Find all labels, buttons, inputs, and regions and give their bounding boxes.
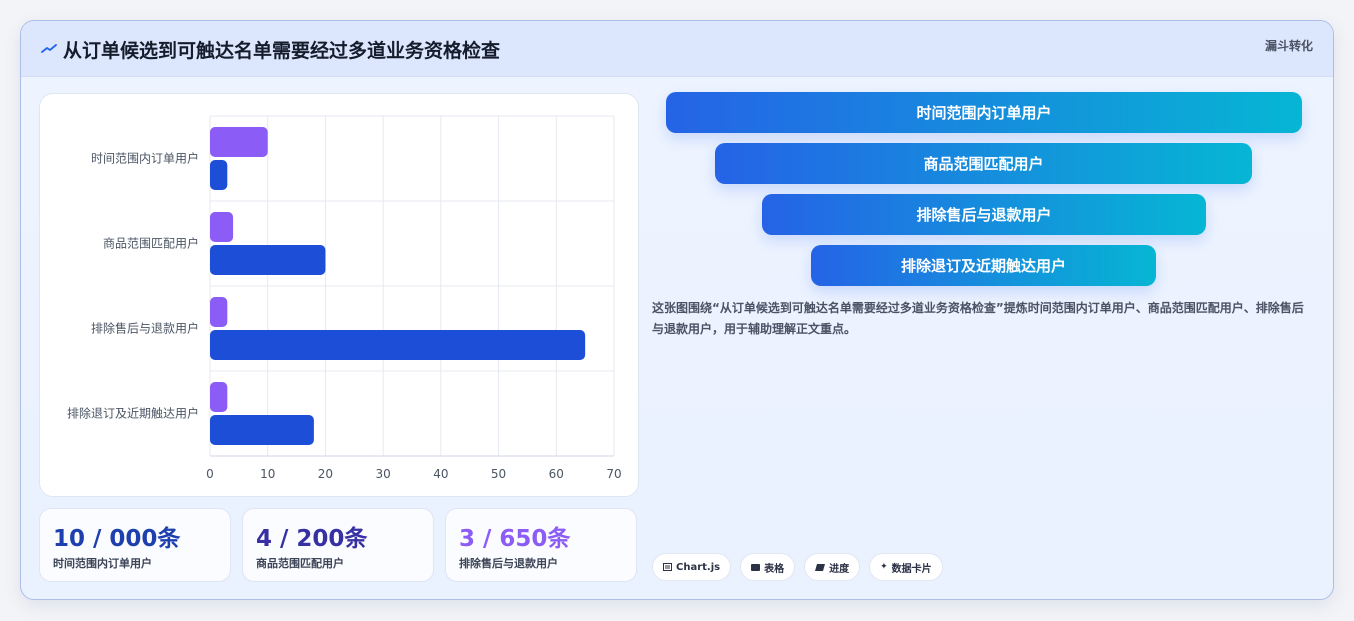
chip-chartjs[interactable]: Chart.js: [652, 553, 732, 581]
stat-value: 10 / 000条: [53, 526, 181, 552]
x-tick-label: 30: [376, 467, 391, 481]
x-tick-label: 50: [491, 467, 506, 481]
x-tick-label: 60: [549, 467, 564, 481]
chip-label: 表格: [764, 563, 785, 575]
chart-icon: [663, 563, 672, 571]
chip-label: 进度: [829, 563, 850, 575]
stat-card-product-match: 4 / 200条 商品范围匹配用户: [242, 508, 434, 582]
bar-series-2: [210, 415, 314, 445]
chip-data-card[interactable]: ✦ 数据卡片: [869, 553, 943, 581]
funnel-step: 商品范围匹配用户: [715, 143, 1252, 184]
x-tick-label: 40: [433, 467, 448, 481]
table-icon: [751, 563, 761, 571]
progress-icon: [815, 563, 826, 571]
description-text: 这张图围绕“从订单候选到可触达名单需要经过多道业务资格检查”提炼时间范围内订单用…: [652, 301, 1304, 336]
stat-card-after-sales: 3 / 650条 排除售后与退款用户: [445, 508, 637, 582]
tech-chips: Chart.js 表格 进度 ✦ 数据卡片: [652, 553, 943, 581]
y-tick-label: 时间范围内订单用户: [91, 151, 199, 166]
stat-label: 排除售后与退款用户: [459, 557, 558, 570]
category-tag: 漏斗转化: [1264, 39, 1313, 53]
report-card: 从订单候选到可触达名单需要经过多道业务资格检查 漏斗转化 时间范围内订单用户 商品…: [20, 20, 1334, 600]
funnel-step: 排除售后与退款用户: [762, 194, 1206, 235]
y-tick-label: 商品范围匹配用户: [103, 236, 199, 251]
funnel-step: 排除退订及近期触达用户: [811, 245, 1156, 286]
bar-series-1: [210, 127, 268, 157]
x-tick-label: 20: [318, 467, 333, 481]
trend-line-icon: [41, 44, 57, 53]
chip-progress[interactable]: 进度: [804, 553, 861, 581]
x-tick-label: 10: [260, 467, 275, 481]
card-header: 从订单候选到可触达名单需要经过多道业务资格检查 漏斗转化: [21, 21, 1333, 77]
chip-label: Chart.js: [676, 561, 721, 573]
page-title: 从订单候选到可触达名单需要经过多道业务资格检查: [63, 40, 501, 62]
sparkle-icon: ✦: [880, 562, 888, 572]
chip-label: 数据卡片: [891, 563, 932, 575]
stat-card-orders: 10 / 000条 时间范围内订单用户: [39, 508, 231, 582]
funnel-step: 时间范围内订单用户: [666, 92, 1302, 133]
bar-chart: 时间范围内订单用户商品范围匹配用户排除售后与退款用户排除退订及近期触达用户 0 10…: [67, 115, 622, 481]
bar-series-1: [210, 297, 228, 327]
bar-series-1: [210, 382, 228, 412]
bar-series-2: [210, 245, 326, 275]
bar-series-2: [210, 330, 586, 360]
stat-value: 3 / 650条: [459, 526, 571, 552]
bar-series-2: [210, 160, 228, 190]
stat-label: 商品范围匹配用户: [256, 557, 344, 570]
y-tick-label: 排除售后与退款用户: [91, 321, 199, 336]
stat-value: 4 / 200条: [256, 526, 368, 552]
stat-label: 时间范围内订单用户: [53, 557, 152, 570]
x-tick-label: 70: [606, 467, 621, 481]
y-tick-label: 排除退订及近期触达用户: [67, 406, 199, 421]
bar-series-1: [210, 212, 234, 242]
chip-table[interactable]: 表格: [740, 553, 796, 581]
chart-panel: 时间范围内订单用户商品范围匹配用户排除售后与退款用户排除退订及近期触达用户 0 10…: [39, 93, 639, 497]
x-tick-label: 0: [206, 467, 214, 481]
